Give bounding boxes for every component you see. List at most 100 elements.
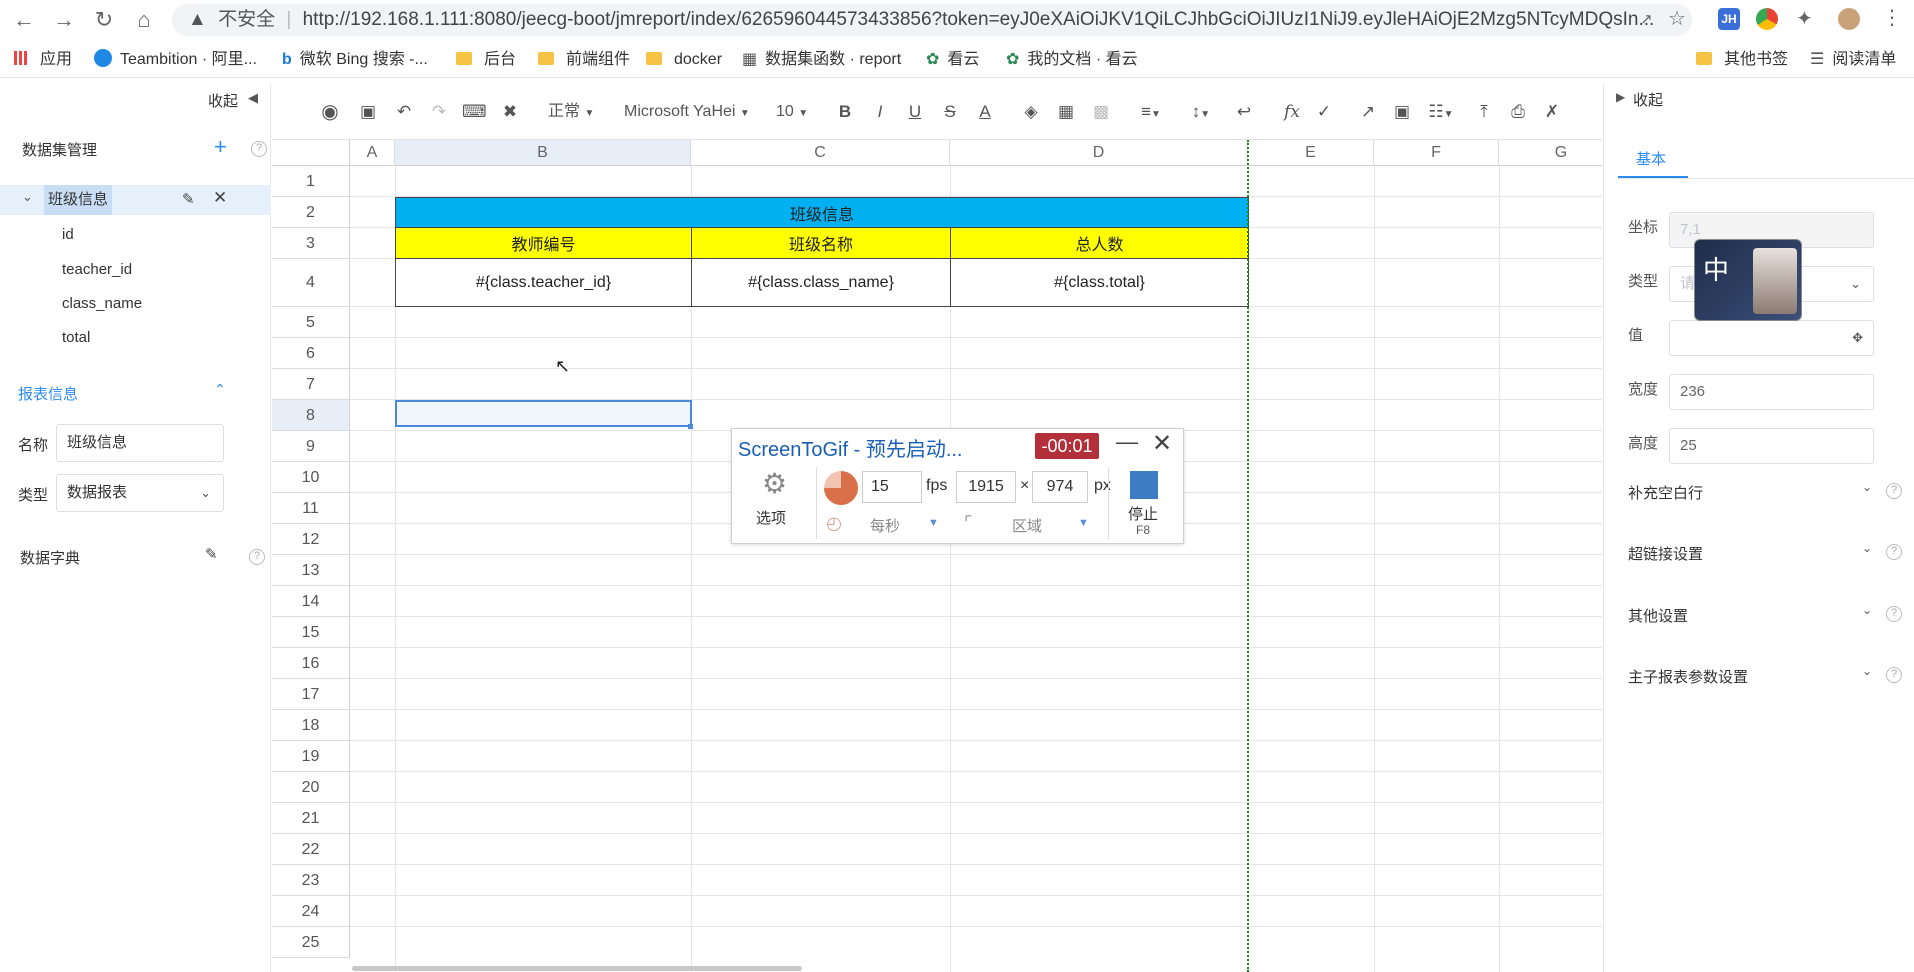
column-header[interactable]: F	[1374, 140, 1499, 166]
chevron-down-icon[interactable]: ⌄	[1862, 664, 1872, 678]
row-header[interactable]: 18	[272, 710, 350, 741]
row-header[interactable]: 19	[272, 741, 350, 772]
help-icon[interactable]: ?	[251, 141, 267, 157]
home-icon[interactable]: ⌂	[130, 8, 158, 32]
column-header[interactable]: A	[350, 140, 395, 166]
row-header[interactable]: 1	[272, 166, 350, 197]
row-header[interactable]: 13	[272, 555, 350, 586]
row-header[interactable]: 9	[272, 431, 350, 462]
align-icon[interactable]: ≡▼	[1134, 100, 1168, 124]
section-blank-rows[interactable]: 补充空白行	[1628, 482, 1703, 503]
bookmark-teambition[interactable]: Teambition · 阿里...	[94, 48, 257, 72]
chrome-extension-icon[interactable]	[1756, 8, 1778, 30]
menu-icon[interactable]: ⋮	[1882, 6, 1902, 30]
caret-down-icon[interactable]: ▼	[1078, 517, 1089, 529]
back-icon[interactable]: ←	[10, 8, 38, 32]
merge-icon[interactable]: ▩	[1090, 100, 1112, 124]
expand-icon[interactable]: ✥	[1852, 321, 1863, 355]
row-header[interactable]: 2	[272, 197, 350, 228]
chevron-down-icon[interactable]: ⌄	[1862, 480, 1872, 494]
chevron-down-icon[interactable]: ⌄	[1862, 603, 1872, 617]
collapse-left-label[interactable]: 收起	[208, 90, 238, 111]
fill-handle[interactable]	[688, 424, 693, 429]
row-header[interactable]: 21	[272, 803, 350, 834]
bookmark-frontend[interactable]: 前端组件	[538, 48, 630, 72]
row-header[interactable]: 7	[272, 369, 350, 400]
bookmark-backend[interactable]: 后台	[456, 48, 516, 72]
reload-icon[interactable]: ↻	[90, 8, 118, 32]
preview-icon[interactable]: ◉	[317, 100, 343, 124]
format-painter-icon[interactable]: ⌨	[462, 100, 487, 124]
title-cell[interactable]: 班级信息	[395, 197, 1249, 228]
help-icon[interactable]: ?	[249, 549, 265, 565]
line-chart-icon[interactable]: ↗	[1356, 100, 1380, 124]
bookmark-bing[interactable]: b 微软 Bing 搜索 -...	[282, 48, 428, 72]
header-cell[interactable]: 总人数	[950, 228, 1249, 259]
width-input[interactable]: 236	[1669, 374, 1874, 410]
forward-icon[interactable]: →	[50, 8, 78, 32]
row-header[interactable]: 12	[272, 524, 350, 555]
caret-down-icon[interactable]: ▼	[928, 517, 939, 529]
field-item[interactable]: id	[62, 226, 74, 243]
bookmark-reading-list[interactable]: ☰ 阅读清单	[1810, 48, 1896, 72]
address-bar[interactable]: ▲ 不安全 | http://192.168.1.111:8080/jeecg-…	[172, 4, 1692, 36]
bookmark-mydocs[interactable]: ✿ 我的文档 · 看云	[1006, 48, 1138, 72]
header-cell[interactable]: 教师编号	[395, 228, 692, 259]
section-master-detail[interactable]: 主子报表参数设置	[1628, 666, 1748, 687]
record-icon[interactable]	[824, 471, 858, 505]
font-color-icon[interactable]: A	[974, 100, 996, 124]
clear-format-icon[interactable]: ✖	[498, 100, 522, 124]
row-header[interactable]: 16	[272, 648, 350, 679]
row-header[interactable]: 14	[272, 586, 350, 617]
bookmark-other[interactable]: 其他书签	[1696, 48, 1788, 72]
column-header[interactable]: C	[691, 140, 950, 166]
row-header[interactable]: 4	[272, 259, 350, 307]
strikethrough-icon[interactable]: S	[939, 100, 961, 124]
report-type-select[interactable]: 数据报表 ⌄	[56, 474, 224, 512]
column-header[interactable]: G	[1499, 140, 1602, 166]
row-header[interactable]: 11	[272, 493, 350, 524]
font-size-select[interactable]: 10 ▼	[776, 100, 816, 124]
extension-jh-icon[interactable]: JH	[1718, 8, 1740, 30]
redo-icon[interactable]: ↷	[427, 100, 451, 124]
profile-avatar[interactable]	[1838, 8, 1860, 30]
header-cell[interactable]: 班级名称	[691, 228, 951, 259]
report-info-title[interactable]: 报表信息	[18, 383, 78, 404]
ime-widget[interactable]: 中	[1694, 239, 1802, 321]
border-icon[interactable]: ▦	[1055, 100, 1077, 124]
field-item[interactable]: class_name	[62, 295, 142, 312]
chevron-down-icon[interactable]: ⌄	[1862, 541, 1872, 555]
caret-right-icon[interactable]: ▶	[1616, 90, 1625, 104]
value-cell[interactable]: #{class.total}	[950, 258, 1249, 307]
stop-icon[interactable]	[1130, 471, 1158, 499]
image-icon[interactable]: ▣	[1390, 100, 1414, 124]
edit-icon[interactable]: ✎	[205, 545, 218, 563]
value-input[interactable]: ✥	[1669, 320, 1874, 356]
field-item[interactable]: teacher_id	[62, 261, 132, 278]
column-header[interactable]: E	[1248, 140, 1374, 166]
share-icon[interactable]: ↗	[1640, 10, 1658, 28]
value-cell[interactable]: #{class.teacher_id}	[395, 258, 692, 307]
fps-input[interactable]: 15	[862, 471, 922, 503]
help-icon[interactable]: ?	[1886, 606, 1902, 622]
collapse-right-label[interactable]: 收起	[1633, 89, 1663, 110]
tools-icon[interactable]: ✗	[1540, 100, 1564, 124]
caret-left-icon[interactable]: ◀	[248, 90, 258, 106]
add-icon[interactable]: +	[214, 134, 227, 160]
row-header[interactable]: 23	[272, 865, 350, 896]
upload-icon[interactable]: ⤒	[1472, 100, 1496, 124]
stop-label[interactable]: 停止	[1128, 503, 1158, 524]
row-header[interactable]: 22	[272, 834, 350, 865]
valign-icon[interactable]: ↕▼	[1184, 100, 1218, 124]
bookmark-docker[interactable]: docker	[646, 48, 722, 72]
row-header[interactable]: 25	[272, 927, 350, 958]
dataset-name[interactable]: 班级信息	[44, 185, 113, 215]
qrcode-icon[interactable]: ☷▼	[1422, 100, 1460, 124]
options-label[interactable]: 选项	[756, 507, 786, 528]
help-icon[interactable]: ?	[1886, 667, 1902, 683]
row-header[interactable]: 10	[272, 462, 350, 493]
star-icon[interactable]: ☆	[1668, 6, 1686, 31]
row-header[interactable]: 20	[272, 772, 350, 803]
column-header[interactable]: D	[950, 140, 1248, 166]
minimize-icon[interactable]: —	[1116, 429, 1138, 455]
